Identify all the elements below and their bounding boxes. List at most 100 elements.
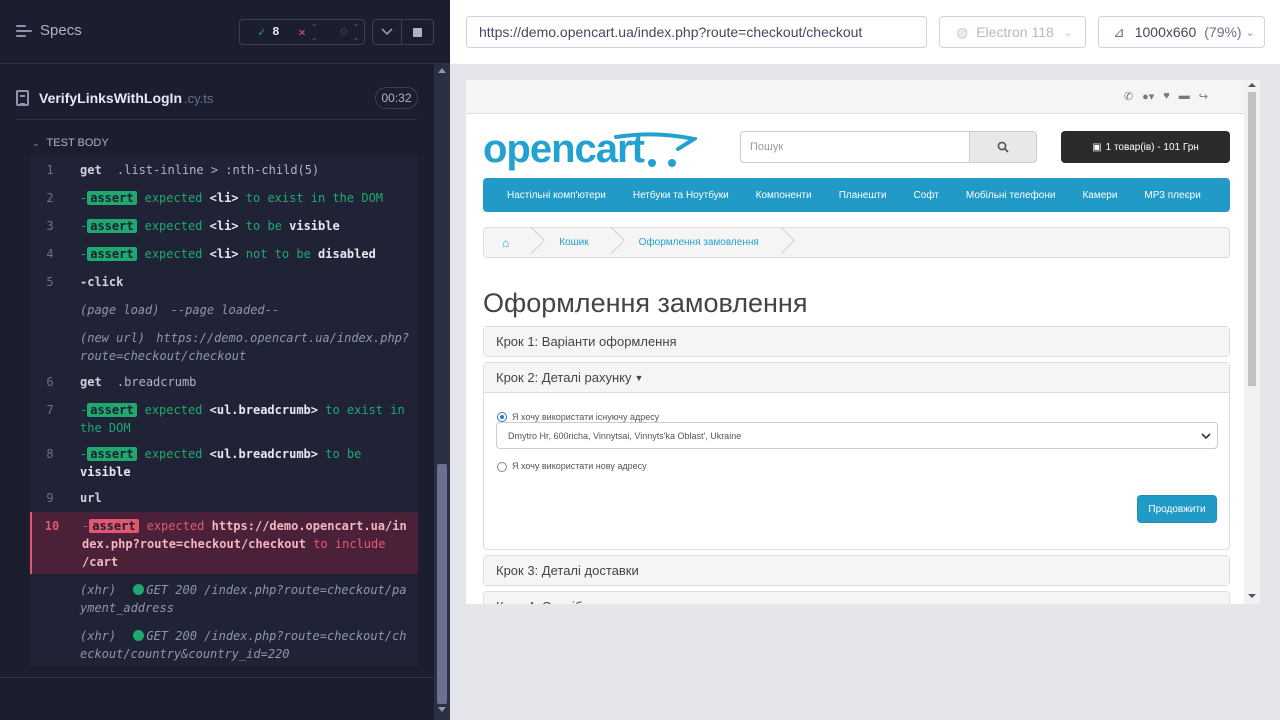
spec-file-header[interactable]: VerifyLinksWithLogIn .cy.ts 00:32	[16, 82, 418, 114]
existing-address-label: Я хочу використати існуючу адресу	[512, 412, 660, 422]
scroll-down-icon[interactable]	[1248, 594, 1256, 598]
share-icon[interactable]: ↪	[1199, 90, 1208, 103]
command-row[interactable]: 8 - assert expected <ul.breadcrumb> to be …	[30, 440, 418, 484]
scrollbar-thumb[interactable]	[437, 464, 447, 704]
command-number: 3	[46, 219, 54, 233]
search-input[interactable]: Пошук	[740, 131, 970, 163]
existing-address-radio[interactable]	[497, 412, 507, 422]
spec-file-ext: .cy.ts	[184, 90, 214, 106]
command-name: url	[80, 491, 102, 505]
step-header[interactable]: Крок 2: Деталі рахунку ▼	[484, 363, 1229, 393]
command-selector: .list-inline > :nth-child(5)	[116, 163, 320, 177]
menu-item[interactable]: Мобільні телефони	[966, 190, 1056, 201]
command-number: 1	[46, 163, 54, 177]
checkout-step-4[interactable]: Крок 4: Спосіб доставки	[483, 591, 1230, 604]
command-row[interactable]: 5 -click	[30, 268, 418, 296]
search-icon	[997, 141, 1009, 153]
search-button[interactable]	[969, 131, 1037, 163]
command-name: get	[80, 163, 102, 177]
failed-count: --	[310, 18, 318, 46]
site-search: Пошук	[740, 131, 1038, 163]
command-row[interactable]: 3 - assert expected <li> to be visible	[30, 212, 418, 240]
command-row[interactable]: 1 get .list-inline > :nth-child(5)	[30, 156, 418, 184]
command-row[interactable]: 2 - assert expected <li> to exist in the D…	[30, 184, 418, 212]
url-bar[interactable]: https://demo.opencart.ua/index.php?route…	[466, 16, 927, 48]
test-body-header[interactable]: ⌄ TEST BODY	[32, 137, 109, 149]
scrollbar-thumb[interactable]	[1248, 92, 1256, 386]
event-text: --page loaded--	[170, 303, 280, 317]
continue-button[interactable]: Продовжити	[1137, 495, 1217, 523]
app-preview-panel: https://demo.opencart.ua/index.php?route…	[450, 0, 1280, 720]
browser-selector[interactable]: ◍ Electron 118 ⌄	[939, 16, 1086, 48]
cart-button[interactable]: ▣ 1 товар(ів) - 101 Грн	[1061, 131, 1230, 163]
xhr-row[interactable]: (xhr) GET 200 /index.php?route=checkout/…	[30, 574, 418, 620]
failed-stat: ✕ --	[289, 18, 322, 46]
logo-cart-icon	[614, 132, 697, 167]
divider	[0, 677, 434, 678]
iframe-scrollbar[interactable]	[1244, 80, 1260, 604]
event-label: (page load)	[80, 303, 160, 317]
command-log-panel: Specs ✓ 8 ✕ -- ◌ -- VerifyLinksWithLogIn .c…	[0, 0, 450, 720]
reporter-header: Specs ✓ 8 ✕ -- ◌ --	[0, 0, 450, 64]
command-number: 2	[46, 191, 54, 205]
assert-subject: <li>	[209, 191, 239, 205]
stop-button[interactable]	[401, 19, 434, 45]
command-row[interactable]: 7 - assert expected <ul.breadcrumb> to exi…	[30, 396, 418, 440]
command-name: -click	[80, 275, 124, 289]
command-number: 7	[46, 403, 54, 417]
chevron-down-icon: ⌄	[1063, 26, 1074, 39]
reporter-scrollbar[interactable]	[434, 64, 450, 720]
scroll-up-icon[interactable]	[1248, 83, 1256, 87]
xhr-row[interactable]: (xhr) GET 200 /index.php?route=checkout/…	[30, 620, 418, 666]
viewport-scale: (79%)	[1204, 24, 1242, 40]
step-header[interactable]: Крок 1: Варіанти оформлення	[484, 327, 1229, 356]
new-address-label: Я хочу використати нову адресу	[512, 461, 647, 471]
assert-expected: expected	[144, 219, 203, 233]
viewport-info[interactable]: ⊿ 1000x660 (79%) ⌄	[1098, 16, 1265, 48]
event-row[interactable]: (new url) https://demo.opencart.ua/index…	[30, 324, 418, 368]
checkout-step-3[interactable]: Крок 3: Деталі доставки	[483, 555, 1230, 586]
menu-item[interactable]: Софт	[914, 190, 939, 201]
scroll-down-icon[interactable]	[438, 707, 446, 712]
checkout-step-2: Крок 2: Деталі рахунку ▼ Я хочу використ…	[483, 362, 1230, 550]
address-select[interactable]: Dmytro Hr, 600richa, Vinnytsai, Vinnyts'…	[496, 422, 1218, 449]
pending-count: --	[352, 18, 360, 46]
failed-command-row[interactable]: 10 - assert expected https://demo.opencart…	[30, 512, 418, 574]
breadcrumb-item[interactable]: Оформлення замовлення	[621, 228, 777, 257]
breadcrumb-item[interactable]: Кошик	[541, 228, 606, 257]
heart-icon[interactable]: ♥	[1163, 90, 1170, 103]
preview-toolbar: https://demo.opencart.ua/index.php?route…	[450, 0, 1280, 64]
assert-subject: <li>	[209, 247, 239, 261]
viewport-size: 1000x660	[1134, 24, 1197, 40]
cart-icon[interactable]: ▬	[1179, 90, 1190, 103]
assert-phrase: not to be	[245, 247, 311, 261]
command-selector: .breadcrumb	[116, 375, 197, 389]
step-header[interactable]: Крок 4: Спосіб доставки	[484, 592, 1229, 604]
chevron-down-icon: ⌄	[1245, 26, 1255, 39]
command-number: 9	[46, 491, 54, 505]
menu-item[interactable]: Планешти	[839, 190, 887, 201]
command-row[interactable]: 9 url	[30, 484, 418, 512]
specs-label: Specs	[40, 22, 82, 39]
user-icon[interactable]: ●▾	[1142, 90, 1154, 103]
event-row[interactable]: (page load) --page loaded--	[30, 296, 418, 324]
command-row[interactable]: 4 - assert expected <li> not to be disable…	[30, 240, 418, 268]
command-row[interactable]: 6 get .breadcrumb	[30, 368, 418, 396]
specs-toggle[interactable]: Specs	[16, 22, 82, 39]
step-header[interactable]: Крок 3: Деталі доставки	[484, 556, 1229, 585]
menu-item[interactable]: Нетбуки та Ноутбуки	[633, 190, 729, 201]
new-address-radio[interactable]	[497, 462, 507, 472]
expand-toggle-button[interactable]	[372, 19, 402, 45]
menu-item[interactable]: Камери	[1082, 190, 1117, 201]
menu-item[interactable]: Настільні комп'ютери	[507, 190, 606, 201]
phone-icon[interactable]: ✆	[1124, 90, 1133, 103]
menu-item[interactable]: Компоненти	[756, 190, 812, 201]
breadcrumb-separator	[527, 228, 541, 257]
scroll-up-icon[interactable]	[438, 68, 446, 73]
checkout-step-1[interactable]: Крок 1: Варіанти оформлення	[483, 326, 1230, 357]
site-top-bar: ✆ ●▾ ♥ ▬ ↪	[466, 80, 1244, 114]
runnable-area: VerifyLinksWithLogIn .cy.ts 00:32 ⌄ TEST…	[0, 64, 434, 720]
menu-item[interactable]: MP3 плеєри	[1144, 190, 1200, 201]
assert-badge: assert	[87, 247, 137, 261]
assert-badge: assert	[87, 447, 137, 461]
